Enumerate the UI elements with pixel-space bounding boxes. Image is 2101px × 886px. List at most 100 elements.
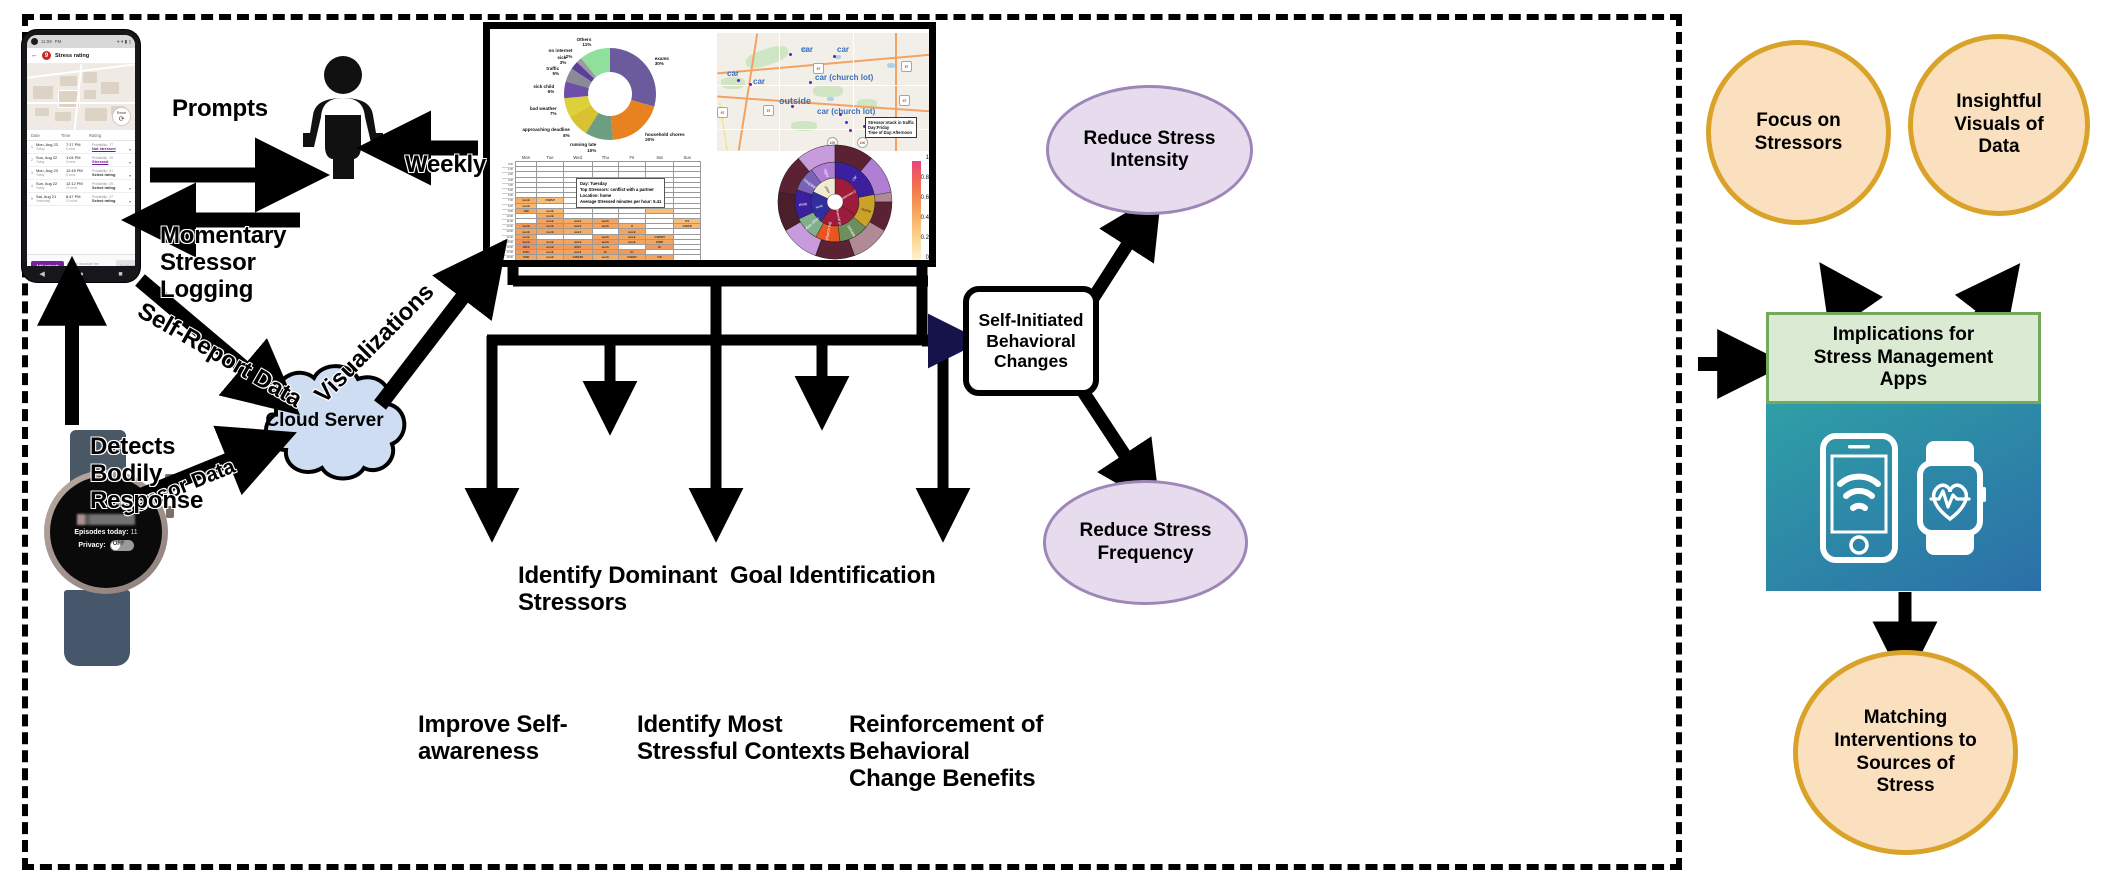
result-reduce-stress-intensity: Reduce Stress Intensity (1046, 85, 1253, 215)
self-initiated-behavioral-changes-box: Self-Initiated Behavioral Changes (963, 286, 1099, 396)
home-nav-icon[interactable]: ● (79, 271, 83, 278)
self-initiated-label: Self-Initiated Behavioral Changes (978, 310, 1084, 372)
phone-episode-row[interactable]: 4 Sun, Aug 22 Today 12:12 PM 10 mins Probabil… (27, 180, 135, 193)
map-label-church-lot-1: car (church lot) (815, 73, 874, 82)
row-rating[interactable]: Probability: .77 Not stressed ▾ (92, 143, 131, 152)
heatmap-tooltip: Day: Tuesday Top Stressors: conflict wit… (576, 178, 666, 209)
map-tooltip: Stressor:stuck in traffic Day:Friday Tim… (865, 117, 917, 138)
phone-episode-row[interactable]: 3 Mon, Aug 23 Today 12:45 PM 5 mins Probabili… (27, 167, 135, 180)
label-momentary-stressor-logging: Momentary Stressor Logging (160, 222, 287, 303)
phone-screen: 11:09 PM ⌖ ▾ ▮ ▯ ← 9 Stress rating Reset… (27, 35, 135, 277)
route-shield-icon-4: 97 (763, 105, 774, 116)
device-illustration-panel (1766, 404, 2041, 591)
row-rating[interactable]: Probability: .05 Select rating ▾ (92, 182, 131, 191)
outcome-goal-identification: Goal Identification (730, 562, 936, 589)
recents-nav-icon[interactable]: ■ (118, 271, 122, 278)
heatmap-day-label: Sun (683, 155, 691, 160)
row-date: Sun, Aug 22 Today (36, 154, 58, 165)
chevron-down-icon[interactable]: ▾ (129, 186, 131, 191)
map-tooltip-time: Time of Day:Afternoon (868, 130, 913, 136)
route-shield-icon-5: 97 (717, 107, 728, 118)
signal-icon: ▮ (124, 38, 128, 44)
map-label-car-2: car (837, 45, 850, 54)
col-rating: Rating (89, 133, 102, 138)
privacy-toggle[interactable]: OFF (109, 539, 134, 551)
privacy-toggle-value: OFF (112, 540, 125, 547)
row-rating[interactable]: Probability: .51 Select rating ▾ (92, 169, 131, 178)
route-shield-icon-3: 97 (899, 95, 910, 106)
reduce-stress-intensity-label: Reduce Stress Intensity (1083, 127, 1216, 171)
phone-reset-button[interactable]: Reset ⟳ (112, 107, 131, 126)
row-rating[interactable]: Probability: .29 Stressed ▾ (92, 156, 131, 165)
colorbar-tick: 0.4 (920, 215, 929, 221)
phone-episode-row[interactable]: 1 Mon, Aug 23 Today 7:17 PM 5 mins Probabilit… (27, 141, 135, 154)
row-time: 12:45 PM 5 mins (66, 167, 83, 178)
phone-nav-bar: ◀ ● ■ (22, 266, 140, 282)
row-date: Mon, Aug 23 Today (36, 167, 58, 178)
phone-map-preview[interactable]: Reset ⟳ (27, 64, 135, 130)
heatmap-day-header: Mon Tue Wed Thu Fri Sat Sun (515, 154, 701, 162)
colorbar-tick: 0.6 (920, 195, 929, 201)
sunburst-label: work (799, 201, 809, 207)
implication-focus-on-stressors: Focus on Stressors (1706, 40, 1891, 225)
phone-episode-row[interactable]: 2 Sun, Aug 22 Today 1:04 PM 5 mins Probabilit… (27, 154, 135, 167)
stressor-location-map[interactable]: car car car car car (church lot) outside… (717, 33, 929, 151)
watch-episodes-value: 11 (130, 528, 138, 536)
weekly-stress-heatmap: 0:00 1:00 2:00 3:00 4:00 5:00 6:00 7:00 8:00 9:00… (502, 154, 712, 260)
phone-table-header: Date Time Rating (27, 130, 135, 141)
outcome-improve-self-awareness: Improve Self-awareness (418, 711, 568, 765)
donut-label: household chores 20% (645, 131, 685, 143)
implication-matching-interventions: Matching Interventions to Sources of Stress (1793, 650, 2018, 855)
status-time: 11:09 (41, 39, 52, 44)
route-shield-icon-2: 97 (901, 61, 912, 72)
chevron-down-icon[interactable]: ▾ (129, 199, 131, 204)
stressor-context-sunburst: relations impairment (not school) financi… (755, 142, 915, 260)
map-label-church-lot-2: car (church lot) (817, 107, 876, 116)
donut-label: running late 10% (570, 142, 597, 153)
phone-episode-row[interactable]: 5 Sat, Aug 21 Yesterday 8:47 PM 10 mins Proba… (27, 193, 135, 206)
chevron-down-icon[interactable]: ▾ (129, 147, 131, 152)
row-rating[interactable]: Probability: .07 Select rating ▾ (92, 195, 131, 204)
donut-slice (610, 48, 656, 107)
col-time: Time (61, 133, 71, 138)
watch-strap-bottom (64, 590, 130, 666)
battery-icon: ▯ (128, 38, 131, 44)
watch-privacy-row[interactable]: Privacy: OFF (78, 539, 134, 551)
row-date: Sat, Aug 21 Yesterday (36, 193, 57, 204)
chevron-down-icon[interactable]: ▾ (129, 160, 131, 165)
colorbar-tick: 0.8 (920, 175, 929, 181)
phone-app-title: Stress rating (55, 52, 90, 59)
outcome-identify-dominant-stressors: Identify Dominant Stressors (518, 562, 718, 616)
back-nav-icon[interactable]: ◀ (39, 270, 44, 278)
implications-for-stress-management-apps-box: Implications for Stress Management Apps (1766, 312, 2041, 404)
donut-label: bad weather 7% (529, 105, 557, 116)
front-camera-icon (31, 38, 38, 45)
donut-label: traffic 5% (546, 66, 560, 77)
map-label-car-3: car (727, 69, 740, 78)
heatmap-hour-axis: 0:00 1:00 2:00 3:00 4:00 5:00 6:00 7:00 8:00 9:00… (502, 163, 514, 260)
map-label-car-4: car (753, 77, 766, 86)
row-time: 12:12 PM 10 mins (66, 180, 83, 191)
person-figure (300, 55, 386, 180)
chevron-down-icon[interactable]: ▾ (129, 173, 131, 178)
row-rating-value: Not stressed (92, 145, 116, 151)
heatmap-day-label: Thu (601, 155, 609, 160)
map-label-outside: outside (779, 96, 812, 106)
row-date: Sun, Aug 22 Today (36, 180, 58, 191)
outcome-identify-most-stressful-contexts: Identify Most Stressful Contexts (637, 711, 846, 765)
donut-label: approaching deadline 8% (522, 127, 570, 138)
smartphone-mockup: 11:09 PM ⌖ ▾ ▮ ▯ ← 9 Stress rating Reset… (22, 30, 140, 282)
visualization-panel: exams 30% household chores 20% running late 1… (483, 22, 936, 267)
result-reduce-stress-frequency: Reduce Stress Frequency (1043, 480, 1248, 605)
donut-label: exams 30% (654, 55, 669, 67)
refresh-icon: ⟳ (118, 115, 125, 123)
row-time: 7:17 PM 5 mins (66, 141, 81, 152)
row-time: 8:47 PM 10 mins (66, 193, 81, 204)
matching-interventions-label: Matching Interventions to Sources of Stress (1834, 706, 1977, 797)
app-logo-icon: 9 (42, 51, 51, 60)
stressor-donut-chart: exams 30% household chores 20% running late 1… (522, 31, 698, 165)
heatmap-day-label: Tue (546, 155, 554, 160)
back-arrow-icon[interactable]: ← (31, 52, 38, 59)
map-label-car-1: car (801, 45, 814, 54)
heatmap-day-label: Fri (629, 155, 635, 160)
